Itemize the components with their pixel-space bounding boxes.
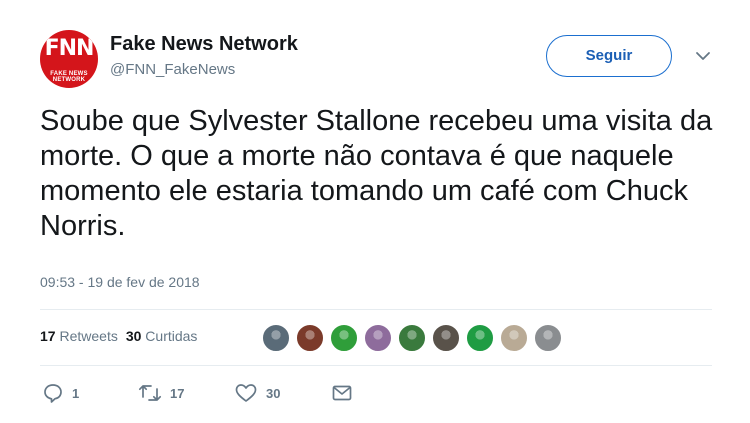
like-count: 30 <box>266 385 281 401</box>
follow-button[interactable]: Seguir <box>546 35 672 77</box>
liker-avatar[interactable] <box>533 323 563 353</box>
retweets-label: Retweets <box>59 328 118 344</box>
user-handle[interactable]: @FNN_FakeNews <box>110 61 235 78</box>
liker-avatar[interactable] <box>329 323 359 353</box>
tweet-card: FNN FAKE NEWS NETWORK Fake News Network … <box>0 0 750 423</box>
avatar[interactable]: FNN FAKE NEWS NETWORK <box>40 30 98 88</box>
likes-stat[interactable]: 30 Curtidas <box>126 328 198 344</box>
liker-avatar[interactable] <box>397 323 427 353</box>
liker-avatar[interactable] <box>431 323 461 353</box>
heart-icon <box>234 382 258 404</box>
chevron-down-icon[interactable] <box>695 49 711 61</box>
display-name[interactable]: Fake News Network <box>110 33 298 56</box>
like-button[interactable]: 30 <box>234 382 280 404</box>
divider <box>40 309 712 310</box>
likes-count: 30 <box>125 328 142 344</box>
retweet-icon <box>138 382 162 404</box>
divider <box>40 365 712 366</box>
tweet-text: Soube que Sylvester Stallone recebeu uma… <box>40 105 713 242</box>
reply-button[interactable]: 1 <box>42 382 79 404</box>
liker-avatar[interactable] <box>363 323 393 353</box>
liker-avatar[interactable] <box>295 323 325 353</box>
liker-avatar[interactable] <box>499 323 529 353</box>
tweet-timestamp[interactable]: 09:53 - 19 de fev de 2018 <box>40 274 200 290</box>
tweet-actions: 1 17 30 <box>40 382 370 404</box>
likes-label: Curtidas <box>145 328 198 344</box>
direct-message-button[interactable] <box>331 382 353 404</box>
reply-icon <box>42 382 64 404</box>
liker-avatar[interactable] <box>465 323 495 353</box>
retweets-stat[interactable]: 17 Retweets <box>40 328 118 344</box>
reply-count: 1 <box>72 385 80 401</box>
liker-avatar[interactable] <box>261 323 291 353</box>
avatar-logo: FNN <box>44 36 95 61</box>
message-icon <box>331 382 353 404</box>
retweets-count: 17 <box>40 328 56 344</box>
retweet-count: 17 <box>170 385 185 401</box>
avatar-logo-subtext: FAKE NEWS NETWORK <box>50 71 88 83</box>
retweet-button[interactable]: 17 <box>138 382 184 404</box>
engagement-stats: 17 Retweets 30 Curtidas <box>40 328 197 344</box>
